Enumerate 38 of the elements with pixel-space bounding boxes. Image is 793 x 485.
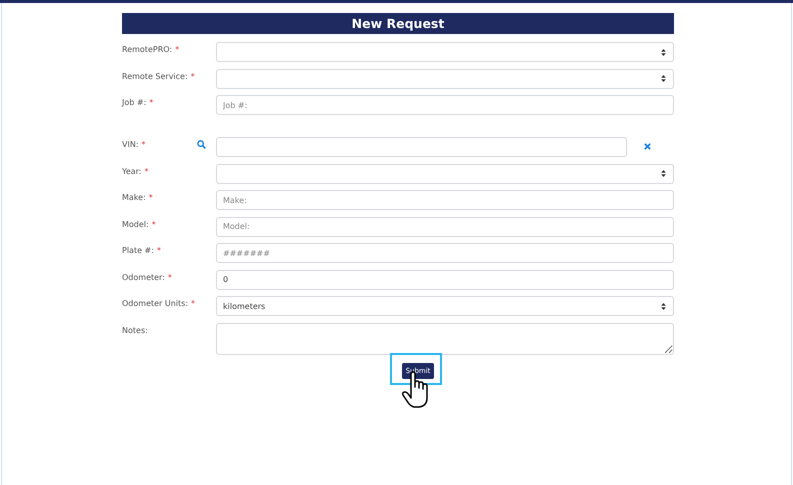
field-label: Make: (122, 193, 146, 202)
required-mark: * (168, 272, 172, 282)
required-mark: * (152, 220, 156, 228)
required-mark: * (142, 140, 146, 149)
select-field[interactable] (216, 68, 674, 88)
sort-caret-icon (661, 302, 666, 310)
field-label: RemotePRO: (122, 45, 172, 54)
input-field[interactable]: Make: (216, 190, 674, 210)
required-mark: * (156, 246, 161, 255)
field-label: Remote Service: (122, 72, 188, 80)
notes-field[interactable] (216, 322, 674, 354)
input-field[interactable]: ####### (216, 243, 674, 263)
required-mark: * (191, 299, 196, 308)
field-label: Model: (122, 220, 149, 228)
field-label: Odometer: (122, 272, 165, 282)
required-mark: * (190, 72, 195, 80)
input-field[interactable]: 0 (216, 270, 674, 290)
search-icon[interactable] (197, 140, 206, 149)
select-field[interactable]: kilometers (216, 296, 674, 316)
input-field[interactable] (216, 137, 627, 157)
required-mark: * (144, 166, 148, 176)
select-field[interactable] (216, 42, 674, 62)
field-label: Notes: (122, 326, 148, 334)
form-title: New Request (122, 13, 674, 34)
field-label: VIN: (122, 140, 139, 149)
field-label: Odometer Units: (122, 299, 188, 308)
field-label: Year: (122, 166, 142, 176)
required-mark: * (175, 45, 180, 54)
field-label: Plate #: (122, 246, 154, 255)
input-field[interactable]: Model: (216, 216, 674, 236)
field-label: Job #: (122, 98, 146, 107)
select-field[interactable] (216, 164, 674, 184)
sort-caret-icon (661, 48, 666, 56)
sort-caret-icon (661, 170, 666, 177)
close-icon[interactable] (644, 143, 651, 150)
required-mark: * (149, 98, 154, 107)
required-mark: * (148, 193, 153, 202)
sort-caret-icon (661, 75, 666, 82)
